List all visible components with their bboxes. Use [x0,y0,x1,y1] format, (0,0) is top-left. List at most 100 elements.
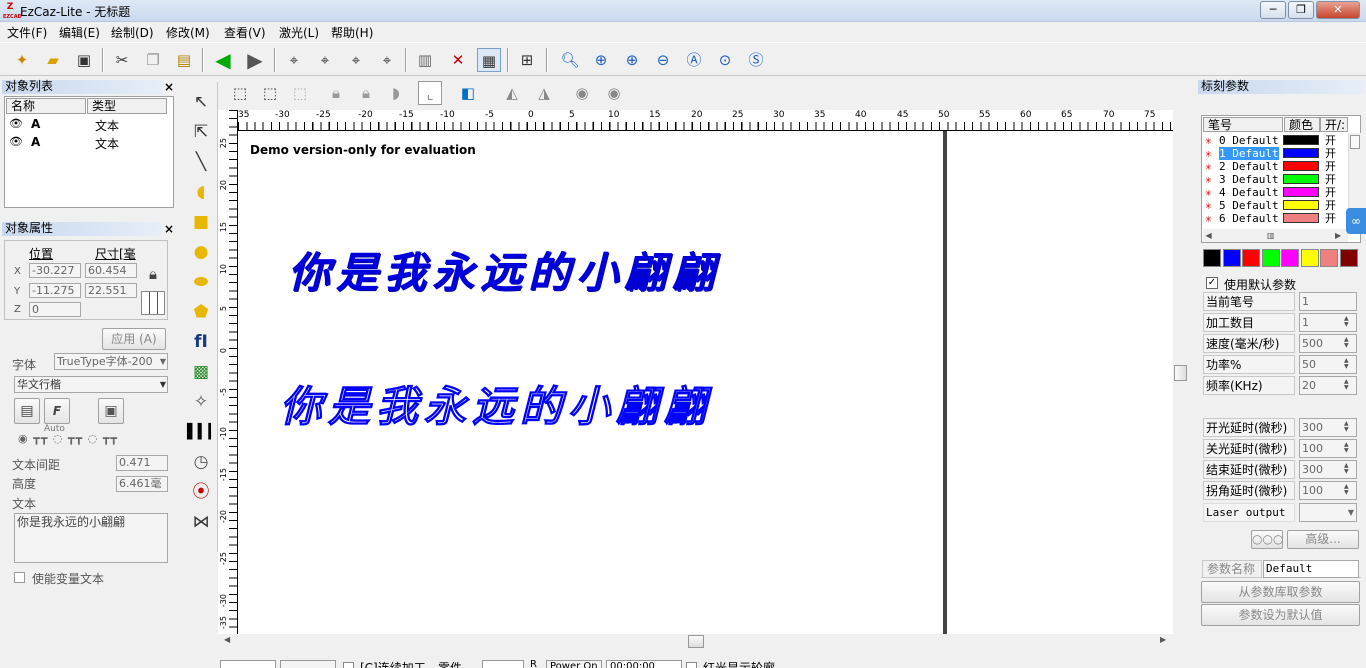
unlock-all-icon[interactable]: ◗ [384,81,408,105]
reset-icon[interactable]: R [530,659,537,668]
palette-color-swatch[interactable] [1281,249,1299,267]
mirror-vertical-icon[interactable]: ◮ [532,81,556,105]
pen-on-off[interactable]: 开 [1325,160,1336,173]
continuous-checkbox[interactable] [343,662,354,668]
list-item[interactable]: 👁︎ A 文本 [7,135,171,152]
menu-modify[interactable]: 修改(M) [163,24,213,41]
pen-row[interactable]: ✳ 3 Default 开 [1203,173,1348,186]
pen-color-swatch[interactable] [1283,187,1319,197]
timer-icon[interactable]: ◷ [187,448,215,476]
spinner-icon[interactable]: ▲ ▼ [1344,358,1354,371]
circle-icon[interactable]: ● [187,238,215,266]
cut-icon[interactable]: ✂ [110,48,134,72]
spinner-icon[interactable]: ▲ ▼ [1344,421,1354,434]
text-content-field[interactable]: 你是我永远的小翩翩 [14,513,168,563]
pen-color-swatch[interactable] [1283,200,1319,210]
param-value-field[interactable]: 1 [1299,292,1357,311]
palette-color-swatch[interactable] [1203,249,1221,267]
pen-color-swatch[interactable] [1283,174,1319,184]
show-all-icon[interactable]: ◉ [570,81,594,105]
align-icon[interactable]: ▥ [413,48,437,72]
mirror-horizontal-icon[interactable]: ◭ [500,81,524,105]
node-edit-icon[interactable]: ⇱ [187,118,215,146]
variable-text-checkbox[interactable]: 使能变量文本 [14,571,174,587]
font-style-icon[interactable]: F [44,398,70,424]
output-port-icon[interactable]: ⋈ [187,508,215,536]
parts-field[interactable] [482,660,524,668]
input-port-icon[interactable]: ⦿ [187,478,215,506]
advanced-button[interactable]: 高级... [1287,530,1359,549]
zoom-in-icon[interactable]: ⊕ [589,48,613,72]
palette-color-swatch[interactable] [1242,249,1260,267]
y-size-field[interactable]: 22.551 [85,283,137,298]
color-icon[interactable]: ◧ [456,81,480,105]
menu-view[interactable]: 查看(V) [221,24,269,41]
ellipse-icon[interactable]: ⬬ [187,268,215,296]
pen-row[interactable]: ✳ 4 Default 开 [1203,186,1348,199]
spinner-icon[interactable]: ▲ ▼ [1344,463,1354,476]
param-value-field[interactable]: 20 ▲ ▼ [1299,376,1357,395]
drawing-canvas[interactable]: Demo version-only for evaluation 你是我永远的小… [238,131,1173,634]
spinner-icon[interactable]: ▲ ▼ [1344,442,1354,455]
pen-row[interactable]: ✳ 0 Default 开 [1203,134,1348,147]
curve-icon[interactable]: ◖ [187,178,215,206]
minimize-button[interactable]: ─ [1260,1,1286,19]
font-type-select[interactable]: TrueType字体-200 ▼ [54,353,168,370]
tools-icon[interactable]: ✕ [446,48,470,72]
spacing-field[interactable]: 0.471 [116,455,168,471]
close-button[interactable]: ✕ [1316,1,1360,19]
power-on-button[interactable]: Power On [546,660,602,668]
palette-color-swatch[interactable] [1222,249,1241,267]
save-icon[interactable]: ▣ [72,48,96,72]
checkbox-checked[interactable]: ✓ [1206,277,1218,289]
open-folder-icon[interactable]: ▰ [41,48,65,72]
hierarchy-icon[interactable]: ⊞ [515,48,539,72]
save-font-icon[interactable]: ▣ [98,398,124,424]
properties-icon[interactable]: ▦ [477,48,501,72]
font-name-select[interactable]: 华文行楷 ▼ [14,376,168,393]
menu-edit[interactable]: 编辑(E) [56,24,103,41]
pen-on-off[interactable]: 开 [1325,199,1336,212]
hide-icon[interactable]: ◉ [602,81,626,105]
text-tool-icon[interactable]: fI [187,328,215,356]
vector-file-icon[interactable]: ✧ [187,388,215,416]
param-name-field[interactable]: Default [1263,560,1359,578]
column-header-color[interactable]: 颜色 [1284,117,1320,132]
param-value-field[interactable]: 100 ▲ ▼ [1299,439,1357,458]
pen-row[interactable]: ✳ 5 Default 开 [1203,199,1348,212]
close-icon[interactable]: × [164,80,174,94]
pen-row[interactable]: ✳ 6 Default 开 [1203,212,1348,225]
lock-object-icon[interactable]: 🔒︎ [324,81,348,105]
unlock-object-icon[interactable]: 🔒︎ [354,81,378,105]
column-header-type[interactable]: 类型 [87,98,167,114]
laser-output-select[interactable]: ▼ [1299,503,1357,522]
zoom-out-icon[interactable]: ⊖ [651,48,675,72]
zoom-selected-icon[interactable]: Ⓢ [744,48,768,72]
height-field[interactable]: 6.461毫 [116,476,168,492]
menu-draw[interactable]: 绘制(D) [108,24,157,41]
checkbox[interactable] [14,572,25,583]
param-value-field[interactable]: 50 ▲ ▼ [1299,355,1357,374]
scroll-right-icon[interactable]: ▶ [1160,635,1166,644]
param-value-field[interactable]: 1 ▲ ▼ [1299,313,1357,332]
text-object-outline[interactable]: 你是我永远的小翩翩 [279,373,712,434]
zoom-all-icon[interactable]: Ⓐ [682,48,706,72]
from-library-button[interactable]: 从参数库取参数 [1201,581,1360,603]
spinner-icon[interactable]: ▲ ▼ [1344,316,1354,329]
horizontal-scrollbar[interactable]: ◀ ▶ [218,634,1173,650]
pen-color-swatch[interactable] [1283,135,1319,145]
z-position-field[interactable]: 0 [29,302,81,317]
zoom-icon[interactable]: 🔍︎ [558,48,582,72]
node-join-icon[interactable]: ⌖ [344,48,368,72]
anchor-grid-icon[interactable] [141,291,165,315]
combine-icon[interactable]: ⬚ [288,81,312,105]
node-break-icon[interactable]: ⌖ [375,48,399,72]
center-icon[interactable]: ⌞ [418,81,442,105]
palette-color-swatch[interactable] [1320,249,1338,267]
list-item[interactable]: 👁︎ A 文本 [7,117,171,134]
spinner-icon[interactable]: ▲ ▼ [1344,379,1354,392]
scrollbar-thumb[interactable] [1174,365,1187,381]
palette-color-swatch[interactable] [1261,249,1280,267]
scroll-left-icon[interactable]: ◀ [224,635,230,644]
redo-icon[interactable]: ▶ [243,48,267,72]
